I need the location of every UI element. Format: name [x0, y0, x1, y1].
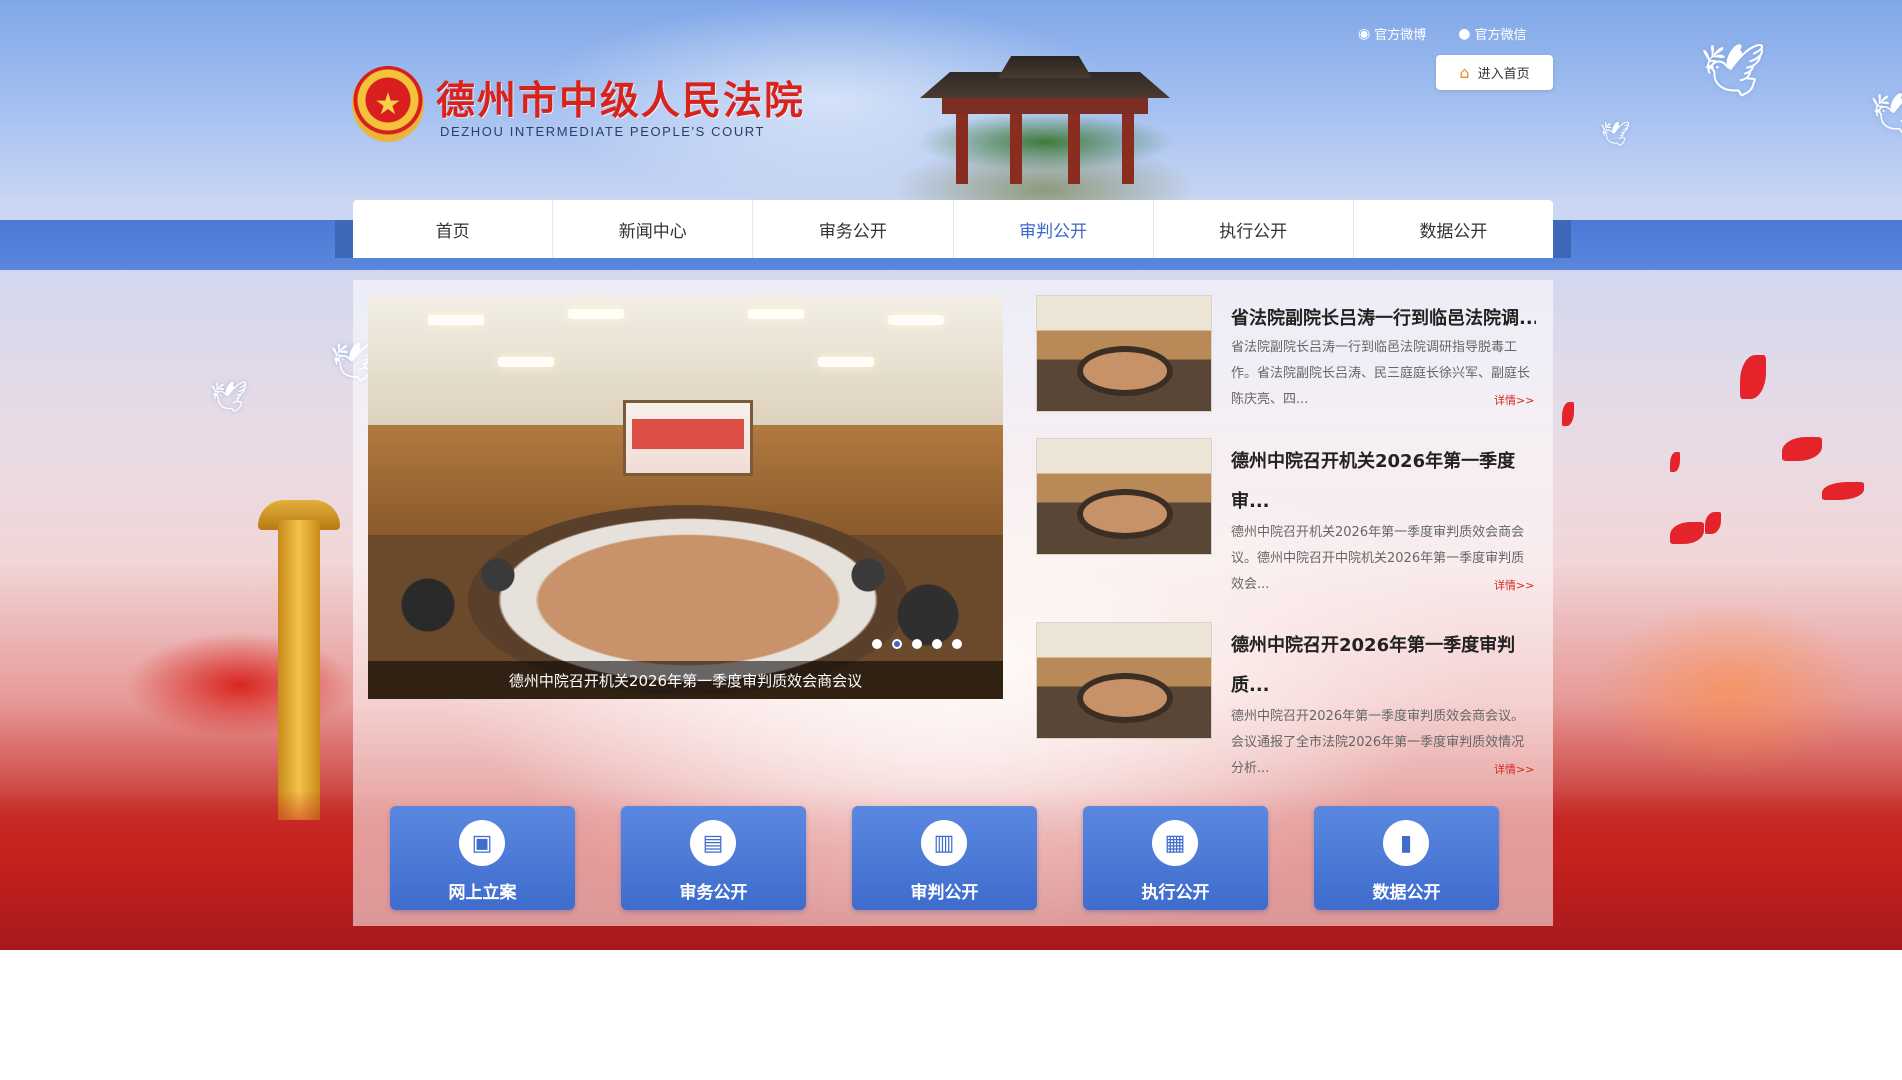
quick-link-execution-disclosure[interactable]: ▦ 执行公开	[1083, 806, 1268, 910]
court-logo[interactable]: ★ 德州市中级人民法院 DEZHOU INTERMEDIATE PEOPLE'S…	[352, 62, 803, 148]
weibo-link[interactable]: ◉ 官方微博	[1358, 24, 1427, 44]
dove-icon: 🕊	[1870, 91, 1902, 137]
bar-chart-icon: ▮	[1383, 820, 1429, 866]
gate-pillar	[1010, 114, 1022, 184]
news-list: 省法院副院长吕涛一行到临邑法院调... 省法院副院长吕涛一行到临邑法院调研指导脱…	[1036, 295, 1536, 795]
news-summary: 德州中院召开机关2026年第一季度审判质效会商会议。德州中院召开中院机关2026…	[1231, 525, 1525, 592]
quick-link-court-affairs[interactable]: ▤ 审务公开	[621, 806, 806, 910]
carousel-photo-screen	[623, 400, 753, 476]
carousel-dot[interactable]	[912, 639, 922, 649]
news-carousel[interactable]: 德州中院召开机关2026年第一季度审判质效会商会议	[368, 295, 1003, 699]
enter-home-button[interactable]: ⌂ 进入首页	[1436, 55, 1553, 90]
weibo-icon: ◉	[1358, 25, 1371, 42]
gate-pillar	[1068, 114, 1080, 184]
weibo-label: 官方微博	[1374, 28, 1427, 43]
carousel-dot[interactable]	[932, 639, 942, 649]
thumb-table	[1077, 346, 1173, 396]
carousel-dot[interactable]	[952, 639, 962, 649]
quick-link-online-filing[interactable]: ▣ 网上立案	[390, 806, 575, 910]
red-flag-decoration	[90, 590, 390, 780]
lantern-glow-decoration	[1560, 560, 1902, 820]
enter-home-label: 进入首页	[1477, 67, 1530, 82]
news-thumbnail[interactable]	[1036, 295, 1212, 412]
social-links: ◉ 官方微博 ● 官方微信	[1358, 24, 1527, 44]
gate-beam	[942, 98, 1148, 114]
carousel-dot[interactable]	[872, 639, 882, 649]
huabiao-column-decoration	[278, 520, 320, 820]
gate-pillar	[956, 114, 968, 184]
ceiling-light	[888, 315, 944, 325]
nav-wing-left	[335, 220, 353, 258]
court-name-cn: 德州市中级人民法院	[436, 78, 806, 124]
carousel-caption[interactable]: 德州中院召开机关2026年第一季度审判质效会商会议	[368, 661, 1003, 699]
quick-link-label: 执行公开	[1141, 883, 1210, 903]
ceiling-light	[428, 315, 484, 325]
news-more-link[interactable]: 详情>>	[1494, 577, 1534, 593]
carousel-dots	[872, 639, 962, 649]
news-more-link[interactable]: 详情>>	[1494, 392, 1534, 408]
news-summary: 省法院副院长吕涛一行到临邑法院调研指导脱毒工作。省法院副院长吕涛、民三庭庭长徐兴…	[1231, 340, 1531, 407]
quick-links: ▣ 网上立案 ▤ 审务公开 ▥ 审判公开 ▦ 执行公开 ▮ 数据公开	[390, 806, 1500, 910]
wechat-label: 官方微信	[1474, 28, 1527, 43]
news-title[interactable]: 省法院副院长吕涛一行到临邑法院调...	[1231, 299, 1536, 339]
wechat-icon: ●	[1458, 25, 1471, 42]
quick-link-label: 审务公开	[679, 883, 748, 903]
news-thumbnail[interactable]	[1036, 622, 1212, 739]
dove-icon: 🕊	[1600, 120, 1631, 148]
nav-item-court-affairs[interactable]: 审务公开	[753, 200, 954, 258]
court-gate-image	[860, 56, 1230, 200]
dove-icon: 🕊	[1700, 41, 1767, 101]
screen-banner	[632, 419, 744, 449]
quick-link-label: 数据公开	[1372, 883, 1441, 903]
ceiling-light	[748, 309, 804, 319]
ceiling-light	[818, 357, 874, 367]
wechat-link[interactable]: ● 官方微信	[1458, 24, 1527, 44]
quick-link-label: 网上立案	[448, 883, 517, 903]
news-thumbnail[interactable]	[1036, 438, 1212, 555]
national-emblem-icon: ★	[352, 66, 424, 142]
quick-link-trial-disclosure[interactable]: ▥ 审判公开	[852, 806, 1037, 910]
quick-link-label: 审判公开	[910, 883, 979, 903]
nav-item-execution-disclosure[interactable]: 执行公开	[1154, 200, 1354, 258]
carousel-dot-active[interactable]	[892, 639, 902, 649]
news-title[interactable]: 德州中院召开2026年第一季度审判质...	[1231, 626, 1536, 706]
news-more-link[interactable]: 详情>>	[1494, 761, 1534, 777]
gate-roof-top	[998, 56, 1092, 78]
news-title[interactable]: 德州中院召开机关2026年第一季度审...	[1231, 442, 1536, 522]
gate-pillar	[1122, 114, 1134, 184]
nav-wing-right	[1553, 220, 1571, 258]
ceiling-light	[568, 309, 624, 319]
ceiling-light	[498, 357, 554, 367]
nav-item-data-disclosure[interactable]: 数据公开	[1354, 200, 1553, 258]
nav-item-trial-disclosure[interactable]: 审判公开	[954, 200, 1154, 258]
quick-link-data-disclosure[interactable]: ▮ 数据公开	[1314, 806, 1499, 910]
court-name-en: DEZHOU INTERMEDIATE PEOPLE'S COURT	[440, 124, 766, 139]
gavel-document-icon: ▥	[921, 820, 967, 866]
dove-icon: 🕊	[210, 380, 249, 415]
gate-trees	[890, 110, 1200, 170]
news-summary: 德州中院召开2026年第一季度审判质效会商会议。会议通报了全市法院2026年第一…	[1231, 709, 1525, 776]
document-icon: ▤	[690, 820, 736, 866]
main-nav: 首页 新闻中心 审务公开 审判公开 执行公开 数据公开	[353, 200, 1553, 258]
thumb-table	[1077, 673, 1173, 723]
nav-item-news-center[interactable]: 新闻中心	[553, 200, 754, 258]
nav-item-home[interactable]: 首页	[353, 200, 554, 258]
monitor-icon: ▣	[459, 820, 505, 866]
thumb-table	[1077, 489, 1173, 539]
home-icon: ⌂	[1459, 63, 1470, 82]
calendar-search-icon: ▦	[1152, 820, 1198, 866]
